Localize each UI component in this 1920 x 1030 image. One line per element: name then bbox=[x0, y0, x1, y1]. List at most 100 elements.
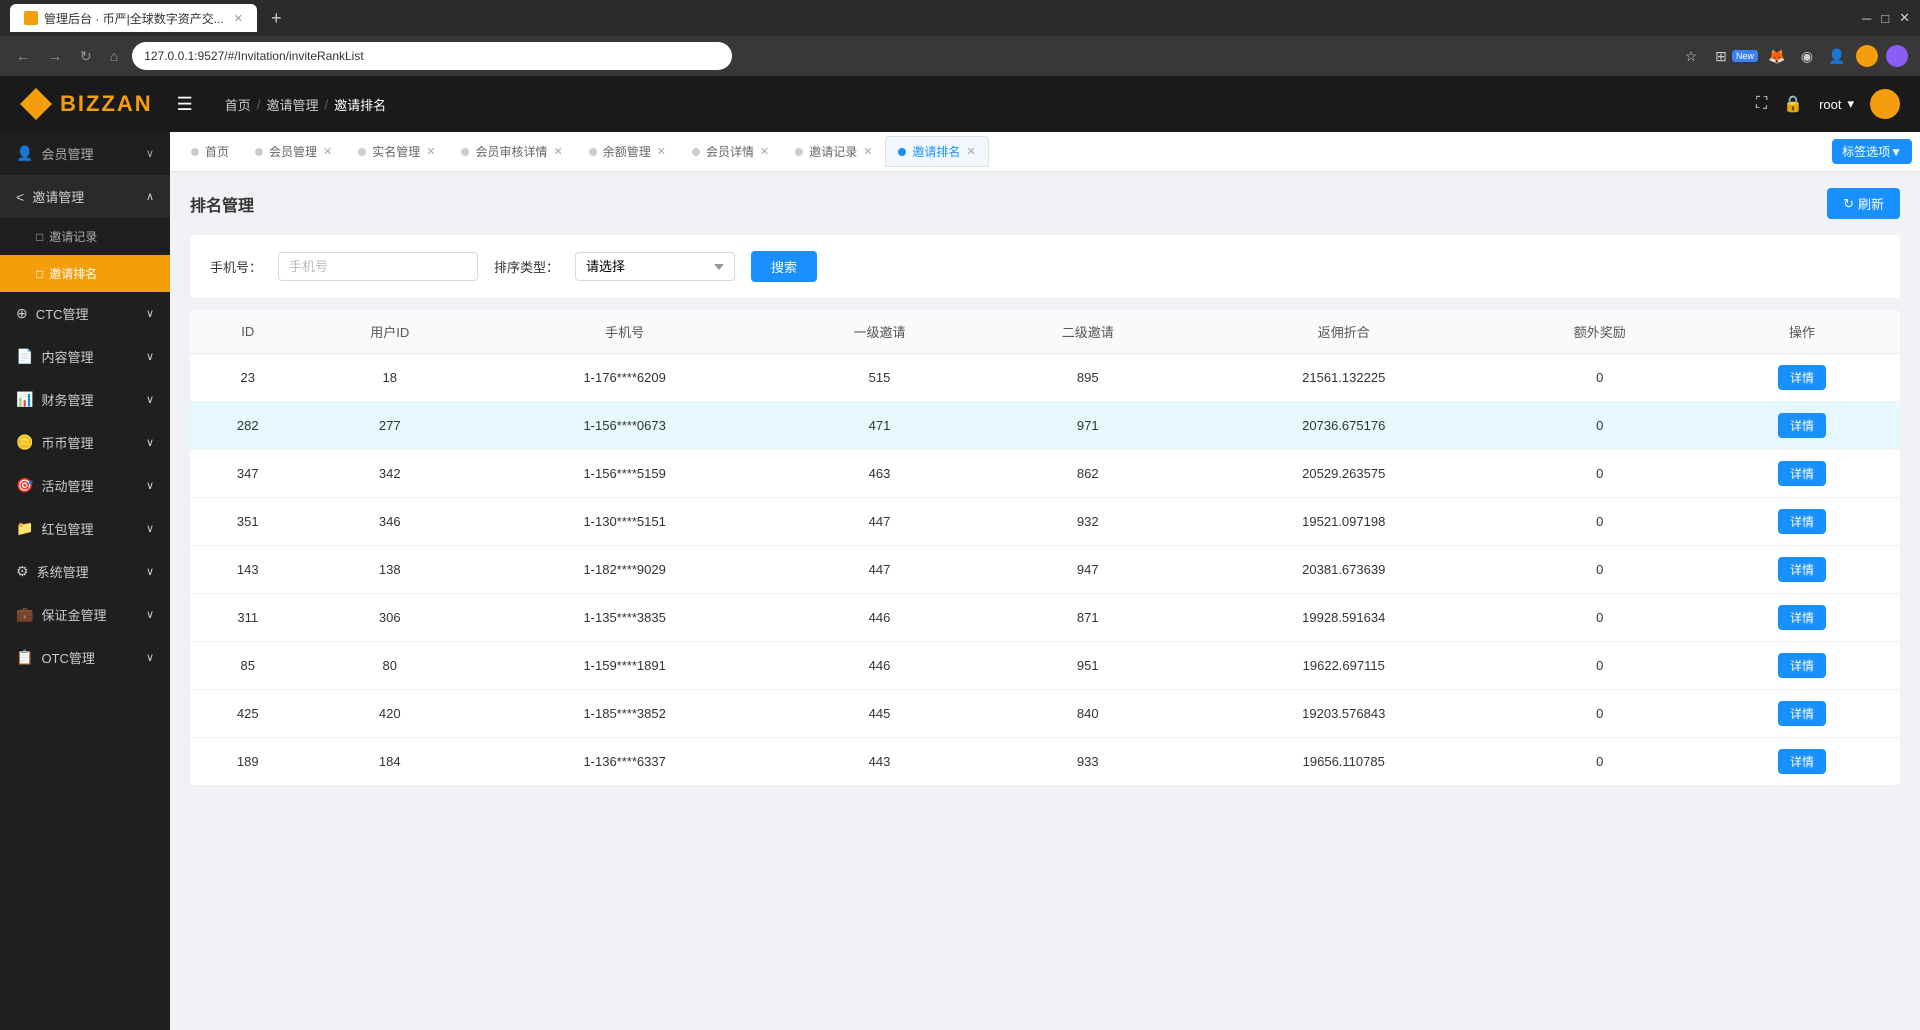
cell-phone: 1-135****3835 bbox=[474, 594, 775, 642]
lock-icon[interactable]: 🔒 bbox=[1783, 94, 1803, 114]
tab-balance[interactable]: 余额管理 ✕ bbox=[576, 136, 679, 167]
sidebar-item-finance[interactable]: 📊 财务管理 ∨ bbox=[0, 378, 170, 421]
detail-button[interactable]: 详情 bbox=[1778, 749, 1826, 774]
detail-button[interactable]: 详情 bbox=[1778, 701, 1826, 726]
cell-action: 详情 bbox=[1704, 690, 1900, 738]
member-arrow: ∨ bbox=[146, 147, 154, 160]
cell-rebate: 19622.697115 bbox=[1192, 642, 1496, 690]
ctc-arrow: ∨ bbox=[146, 307, 154, 320]
tab-invite-record-label: 邀请记录 bbox=[809, 143, 857, 160]
sidebar-item-coin[interactable]: 🪙 币币管理 ∨ bbox=[0, 421, 170, 464]
tabs-bar: 首页 会员管理 ✕ 实名管理 ✕ 会员审核详情 ✕ bbox=[170, 132, 1920, 172]
tab-close-member-detail[interactable]: ✕ bbox=[760, 145, 769, 158]
phone-input[interactable] bbox=[278, 252, 478, 281]
otc-arrow: ∨ bbox=[146, 651, 154, 664]
minimize-icon[interactable]: ─ bbox=[1862, 11, 1871, 26]
content-wrapper: 👤 会员管理 ∨ < 邀请管理 ∧ □ 邀请记录 □ 邀请排名 ⊕ CTC管理 … bbox=[0, 132, 1920, 1030]
breadcrumb-invite[interactable]: 邀请管理 bbox=[266, 95, 318, 114]
sidebar-item-margin[interactable]: 💼 保证金管理 ∨ bbox=[0, 593, 170, 636]
user-avatar[interactable] bbox=[1870, 89, 1900, 119]
active-browser-tab[interactable]: 管理后台 · 币严|全球数字资产交... ✕ bbox=[10, 4, 257, 32]
tab-close-member[interactable]: ✕ bbox=[323, 145, 332, 158]
cell-rebate: 20381.673639 bbox=[1192, 546, 1496, 594]
sidebar-item-ctc[interactable]: ⊕ CTC管理 ∨ bbox=[0, 292, 170, 335]
tab-title: 管理后台 · 币严|全球数字资产交... bbox=[44, 10, 224, 27]
sidebar-item-system[interactable]: ⚙ 系统管理 ∨ bbox=[0, 550, 170, 593]
user-avatar-browser[interactable] bbox=[1856, 45, 1878, 67]
cell-user-id: 346 bbox=[305, 498, 473, 546]
tab-member-detail[interactable]: 会员详情 ✕ bbox=[679, 136, 782, 167]
breadcrumb-current: 邀请排名 bbox=[334, 95, 386, 114]
table-row: 282 277 1-156****0673 471 971 20736.6751… bbox=[190, 402, 1900, 450]
finance-icon: 📊 bbox=[16, 391, 33, 408]
sidebar-item-invite-rank[interactable]: □ 邀请排名 bbox=[0, 255, 170, 292]
cell-level1: 446 bbox=[775, 642, 983, 690]
refresh-icon: ↻ bbox=[1843, 196, 1854, 212]
bookmark-icon[interactable]: ☆ bbox=[1680, 45, 1702, 67]
hamburger-menu[interactable]: ☰ bbox=[177, 94, 193, 115]
tags-options-button[interactable]: 标签选项▼ bbox=[1832, 139, 1912, 164]
sort-select[interactable]: 请选择 bbox=[575, 252, 735, 281]
cell-rebate: 21561.132225 bbox=[1192, 354, 1496, 402]
forward-button[interactable]: → bbox=[44, 44, 66, 68]
extension-icon-1[interactable]: ⊞ bbox=[1710, 45, 1732, 67]
tab-close-icon[interactable]: ✕ bbox=[234, 12, 243, 25]
tab-close-balance[interactable]: ✕ bbox=[657, 145, 666, 158]
table-row: 311 306 1-135****3835 446 871 19928.5916… bbox=[190, 594, 1900, 642]
col-user-id: 用户ID bbox=[305, 310, 473, 354]
user-info[interactable]: root ▾ bbox=[1819, 96, 1854, 112]
extension-icon-4[interactable]: 👤 bbox=[1826, 45, 1848, 67]
tab-member-review[interactable]: 会员审核详情 ✕ bbox=[448, 136, 575, 167]
address-bar[interactable]: 127.0.0.1:9527/#/Invitation/inviteRankLi… bbox=[132, 42, 732, 70]
maximize-icon[interactable]: □ bbox=[1881, 11, 1889, 26]
sidebar-item-content[interactable]: 📄 内容管理 ∨ bbox=[0, 335, 170, 378]
sidebar-item-member[interactable]: 👤 会员管理 ∨ bbox=[0, 132, 170, 175]
tab-invite-rank[interactable]: 邀请排名 ✕ bbox=[885, 136, 988, 167]
cell-level2: 871 bbox=[984, 594, 1192, 642]
sidebar-item-invite[interactable]: < 邀请管理 ∧ bbox=[0, 175, 170, 218]
detail-button[interactable]: 详情 bbox=[1778, 509, 1826, 534]
tab-realname[interactable]: 实名管理 ✕ bbox=[345, 136, 448, 167]
cell-action: 详情 bbox=[1704, 642, 1900, 690]
tab-close-invite-record[interactable]: ✕ bbox=[863, 145, 872, 158]
sidebar-item-otc[interactable]: 📋 OTC管理 ∨ bbox=[0, 636, 170, 679]
tab-invite-record[interactable]: 邀请记录 ✕ bbox=[782, 136, 885, 167]
extension-icon-3[interactable]: ◉ bbox=[1796, 45, 1818, 67]
tab-member[interactable]: 会员管理 ✕ bbox=[242, 136, 345, 167]
sidebar-item-activity[interactable]: 🎯 活动管理 ∨ bbox=[0, 464, 170, 507]
browser-extension-new: ⊞ New bbox=[1710, 45, 1758, 67]
detail-button[interactable]: 详情 bbox=[1778, 365, 1826, 390]
col-phone: 手机号 bbox=[474, 310, 775, 354]
breadcrumb-home[interactable]: 首页 bbox=[225, 95, 251, 114]
sidebar-item-redpacket[interactable]: 📁 红包管理 ∨ bbox=[0, 507, 170, 550]
detail-button[interactable]: 详情 bbox=[1778, 653, 1826, 678]
detail-button[interactable]: 详情 bbox=[1778, 413, 1826, 438]
refresh-button[interactable]: ↻ 刷新 bbox=[1827, 188, 1900, 219]
otc-icon: 📋 bbox=[16, 649, 33, 666]
tab-close-invite-rank[interactable]: ✕ bbox=[966, 145, 975, 158]
extension-icon-2[interactable]: 🦊 bbox=[1766, 45, 1788, 67]
sidebar-item-invite-record[interactable]: □ 邀请记录 bbox=[0, 218, 170, 255]
cell-level2: 932 bbox=[984, 498, 1192, 546]
new-tab-button[interactable]: + bbox=[265, 8, 288, 29]
home-browser-button[interactable]: ⌂ bbox=[106, 44, 122, 68]
detail-button[interactable]: 详情 bbox=[1778, 605, 1826, 630]
cell-phone: 1-159****1891 bbox=[474, 642, 775, 690]
tab-member-label: 会员管理 bbox=[269, 143, 317, 160]
tab-close-review[interactable]: ✕ bbox=[554, 145, 563, 158]
user-avatar-purple[interactable] bbox=[1886, 45, 1908, 67]
refresh-browser-button[interactable]: ↻ bbox=[76, 44, 96, 69]
tab-close-realname[interactable]: ✕ bbox=[426, 145, 435, 158]
app-wrapper: BIZZAN ☰ 首页 / 邀请管理 / 邀请排名 ⛶ 🔒 root ▾ 👤 会… bbox=[0, 76, 1920, 1030]
search-button[interactable]: 搜索 bbox=[751, 251, 817, 282]
tab-dot-home bbox=[191, 148, 199, 156]
close-window-icon[interactable]: ✕ bbox=[1899, 10, 1910, 26]
tab-dot-member-detail bbox=[692, 148, 700, 156]
back-button[interactable]: ← bbox=[12, 44, 34, 68]
fullscreen-icon[interactable]: ⛶ bbox=[1756, 95, 1767, 113]
top-nav: BIZZAN ☰ 首页 / 邀请管理 / 邀请排名 ⛶ 🔒 root ▾ bbox=[0, 76, 1920, 132]
detail-button[interactable]: 详情 bbox=[1778, 557, 1826, 582]
detail-button[interactable]: 详情 bbox=[1778, 461, 1826, 486]
tab-home[interactable]: 首页 bbox=[178, 136, 242, 167]
cell-level1: 447 bbox=[775, 498, 983, 546]
